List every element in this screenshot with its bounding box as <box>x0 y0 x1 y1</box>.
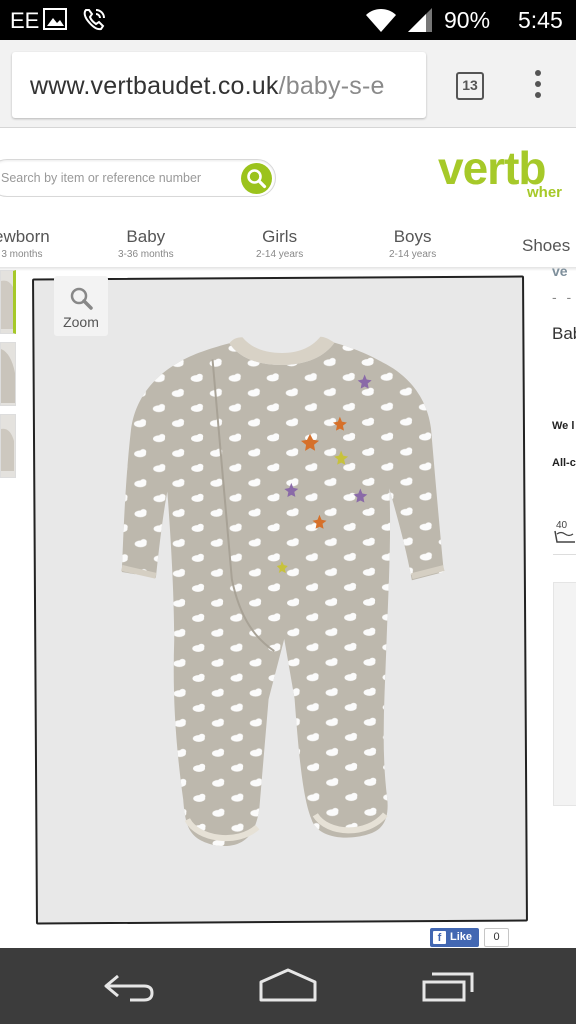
home-icon[interactable] <box>258 968 318 1009</box>
phone-call-icon <box>80 6 108 39</box>
nav-sublabel: 3 months <box>1 249 43 260</box>
nav-sublabel: 3-36 months <box>118 249 174 260</box>
search-input[interactable] <box>1 168 231 188</box>
product-brand: ve <box>552 263 568 279</box>
search-box <box>0 159 276 197</box>
search-icon <box>247 169 267 189</box>
thumbnail-strip <box>0 270 20 480</box>
nav-sublabel: 2-14 years <box>389 249 437 260</box>
url-text: www.vertbaudet.co.uk/baby-s-e <box>30 72 385 101</box>
product-note: We l <box>552 420 575 432</box>
nav-item-boys[interactable]: Boys 2-14 years <box>389 227 436 260</box>
url-bar[interactable]: www.vertbaudet.co.uk/baby-s-e <box>12 52 426 118</box>
category-nav: ewborn 3 months Baby 3-36 months Girls 2… <box>0 219 576 267</box>
nav-label: Shoes <box>522 236 571 255</box>
nav-item-shoes[interactable]: Shoes <box>522 236 570 256</box>
product-thumbnail[interactable] <box>0 342 16 406</box>
site-logo-tagline: wher <box>527 184 563 201</box>
zoom-button[interactable]: Zoom <box>54 276 108 336</box>
product-material: All-c <box>552 457 576 469</box>
clock-time: 5:45 <box>518 7 563 33</box>
info-divider <box>553 554 576 555</box>
product-dashes: - - <box>552 289 575 305</box>
nav-item-girls[interactable]: Girls 2-14 years <box>256 227 303 260</box>
back-icon[interactable] <box>100 968 156 1009</box>
overflow-menu-icon[interactable] <box>528 70 548 104</box>
nav-label: Baby <box>126 227 166 246</box>
svg-text:40: 40 <box>556 520 568 531</box>
product-title: Bab <box>552 324 576 343</box>
browser-toolbar: www.vertbaudet.co.uk/baby-s-e 13 <box>0 40 576 128</box>
facebook-like-button[interactable]: f Like <box>430 928 479 947</box>
product-image-frame <box>32 275 528 925</box>
wifi-icon <box>364 6 398 39</box>
wash-40-icon: 40 <box>554 517 576 550</box>
product-thumbnail[interactable] <box>0 270 16 334</box>
url-domain: www.vertbaudet.co.uk <box>30 72 279 100</box>
recent-apps-icon[interactable] <box>420 968 476 1009</box>
search-button[interactable] <box>241 163 272 194</box>
battery-level: 90% <box>444 7 491 33</box>
info-panel <box>553 582 576 806</box>
facebook-icon: f <box>433 931 446 944</box>
product-thumbnail[interactable] <box>0 414 16 478</box>
nav-label: Girls <box>262 227 298 246</box>
product-image-sleepsuit[interactable] <box>34 278 526 923</box>
url-path: /baby-s-e <box>278 72 385 100</box>
nav-item-newborn[interactable]: ewborn 3 months <box>0 227 50 260</box>
signal-icon <box>406 6 434 39</box>
like-label: Like <box>450 931 473 943</box>
nav-divider <box>0 267 576 271</box>
zoom-label: Zoom <box>63 314 99 330</box>
status-bar: EE 90% 5:45 <box>0 0 576 40</box>
tab-switcher-button[interactable]: 13 <box>456 72 484 100</box>
system-nav-bar <box>0 948 576 1024</box>
image-icon <box>42 6 68 37</box>
nav-sublabel: 2-14 years <box>256 249 304 260</box>
carrier-name: EE <box>10 8 40 33</box>
magnifier-icon <box>70 287 93 310</box>
like-count: 0 <box>484 928 509 947</box>
nav-item-baby[interactable]: Baby 3-36 months <box>118 227 174 260</box>
nav-label: ewborn <box>0 227 50 246</box>
nav-label: Boys <box>393 227 432 246</box>
